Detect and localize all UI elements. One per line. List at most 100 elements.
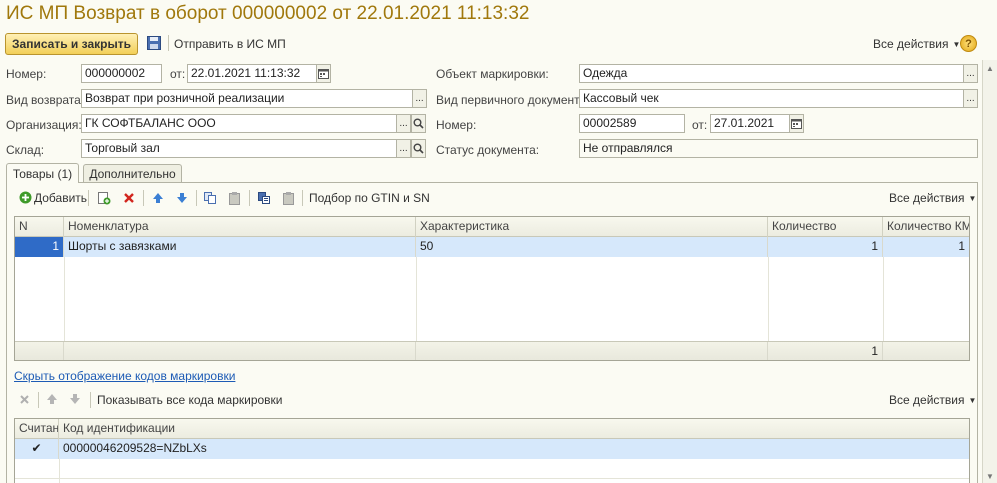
fill-icon[interactable] <box>256 190 272 206</box>
primary-doc-label: Вид первичного документа: <box>436 93 590 107</box>
column-divider <box>883 257 884 341</box>
tab-goods[interactable]: Товары (1) <box>6 163 79 183</box>
doc-date-label: от: <box>692 118 708 132</box>
save-icon[interactable] <box>146 35 162 51</box>
cell-code: 00000046209528=NZbLXs <box>63 441 207 455</box>
object-label: Объект маркировки: <box>436 67 549 81</box>
cell-n: 1 <box>15 237 64 257</box>
column-header-quantity[interactable]: Количество <box>768 217 883 237</box>
doc-date-field[interactable]: 27.01.2021 <box>710 114 790 133</box>
table-row[interactable]: 1 Шорты с завязками 50 1 1 <box>15 237 969 257</box>
primary-doc-select-button[interactable]: ... <box>963 89 978 108</box>
delete-icon[interactable] <box>17 392 31 406</box>
row-divider <box>15 478 969 479</box>
help-icon[interactable]: ? <box>960 35 977 52</box>
object-field[interactable]: Одежда <box>579 64 964 83</box>
show-all-codes-button[interactable]: Показывать все кода маркировки <box>97 393 283 407</box>
footer-cell <box>64 342 416 360</box>
warehouse-select-button[interactable]: ... <box>396 139 411 158</box>
column-divider <box>768 257 769 341</box>
column-header-code[interactable]: Код идентификации <box>59 419 969 439</box>
column-header-read[interactable]: Считан <box>15 419 59 439</box>
scroll-up-icon[interactable]: ▲ <box>986 64 994 73</box>
toolbar-separator <box>196 190 197 206</box>
goods-all-actions-menu[interactable]: Все действия ▼ <box>889 191 976 205</box>
toolbar-separator <box>168 35 169 51</box>
toolbar-separator <box>143 190 144 206</box>
toolbar-separator <box>249 190 250 206</box>
move-down-icon[interactable] <box>68 392 82 406</box>
goods-table-footer: 1 <box>15 341 969 360</box>
org-field[interactable]: ГК СОФТБАЛАНС ООО <box>81 114 397 133</box>
return-type-field[interactable]: Возврат при розничной реализации <box>81 89 413 108</box>
tab-additional[interactable]: Дополнительно <box>83 164 182 183</box>
status-label: Статус документа: <box>436 143 540 157</box>
footer-quantity-total: 1 <box>768 342 883 360</box>
paste-icon[interactable] <box>227 190 243 206</box>
delete-icon[interactable] <box>121 190 137 206</box>
move-up-icon[interactable] <box>45 392 59 406</box>
add-icon[interactable] <box>18 190 32 204</box>
org-select-button[interactable]: ... <box>396 114 411 133</box>
add-button[interactable]: Добавить <box>34 191 87 205</box>
footer-cell <box>15 342 64 360</box>
column-divider <box>416 257 417 341</box>
date-label: от: <box>170 67 186 81</box>
number-label: Номер: <box>6 67 47 81</box>
move-down-icon[interactable] <box>174 190 190 206</box>
column-header-quantity-km[interactable]: Количество КМ <box>883 217 969 237</box>
all-actions-label: Все действия <box>889 393 965 407</box>
vertical-scrollbar[interactable]: ▲ ▼ <box>982 60 997 483</box>
move-up-icon[interactable] <box>150 190 166 206</box>
copy-icon[interactable] <box>202 190 218 206</box>
date-field[interactable]: 22.01.2021 11:13:32 <box>187 64 317 83</box>
calendar-icon[interactable] <box>316 64 331 83</box>
footer-cell <box>416 342 768 360</box>
table-row[interactable]: ✔ 00000046209528=NZbLXs <box>15 439 969 459</box>
column-header-item[interactable]: Номенклатура <box>64 217 416 237</box>
column-divider <box>59 459 60 483</box>
cell-quantity-km: 1 <box>958 239 965 253</box>
magnifier-icon[interactable] <box>411 114 426 133</box>
toolbar-separator <box>302 190 303 206</box>
goods-table-header: N Номенклатура Характеристика Количество… <box>15 217 969 237</box>
send-to-ismp-button[interactable]: Отправить в ИС МП <box>174 37 286 51</box>
column-header-n[interactable]: N <box>15 217 64 237</box>
toolbar-separator <box>90 392 91 408</box>
cell-item: Шорты с завязками <box>64 237 416 257</box>
primary-doc-field[interactable]: Кассовый чек <box>579 89 964 108</box>
all-actions-label: Все действия <box>873 37 949 51</box>
all-actions-menu[interactable]: Все действия ▼ <box>873 37 960 51</box>
caret-down-icon: ▼ <box>968 194 977 203</box>
doc-number-label: Номер: <box>436 118 477 132</box>
cell-characteristic: 50 <box>416 237 768 257</box>
hide-marking-codes-link[interactable]: Скрыть отображение кодов маркировки <box>14 369 235 383</box>
status-field: Не отправлялся <box>579 139 978 158</box>
object-select-button[interactable]: ... <box>963 64 978 83</box>
magnifier-icon[interactable] <box>411 139 426 158</box>
toolbar-separator <box>38 392 39 408</box>
doc-number-field[interactable]: 00002589 <box>579 114 685 133</box>
calendar-icon[interactable] <box>789 114 804 133</box>
gtin-sn-button[interactable]: Подбор по GTIN и SN <box>309 191 430 205</box>
codes-table-header: Считан Код идентификации <box>15 419 969 439</box>
return-type-label: Вид возврата: <box>6 93 85 107</box>
all-actions-label: Все действия <box>889 191 965 205</box>
scroll-down-icon[interactable]: ▼ <box>986 472 994 481</box>
org-label: Организация: <box>6 118 82 132</box>
select-icon[interactable] <box>281 190 297 206</box>
toolbar-separator <box>88 190 89 206</box>
column-header-characteristic[interactable]: Характеристика <box>416 217 768 237</box>
codes-table[interactable]: Считан Код идентификации ✔ 0000004620952… <box>14 418 970 483</box>
warehouse-label: Склад: <box>6 143 45 157</box>
column-divider <box>64 257 65 341</box>
codes-all-actions-menu[interactable]: Все действия ▼ <box>889 393 976 407</box>
cell-read-checkmark: ✔ <box>15 439 59 459</box>
return-type-select-button[interactable]: ... <box>412 89 427 108</box>
copy-row-icon[interactable] <box>96 190 112 206</box>
warehouse-field[interactable]: Торговый зал <box>81 139 397 158</box>
save-and-close-button[interactable]: Записать и закрыть <box>5 33 138 55</box>
goods-table[interactable]: N Номенклатура Характеристика Количество… <box>14 216 970 361</box>
number-field[interactable]: 000000002 <box>81 64 162 83</box>
cell-quantity: 1 <box>768 237 883 257</box>
